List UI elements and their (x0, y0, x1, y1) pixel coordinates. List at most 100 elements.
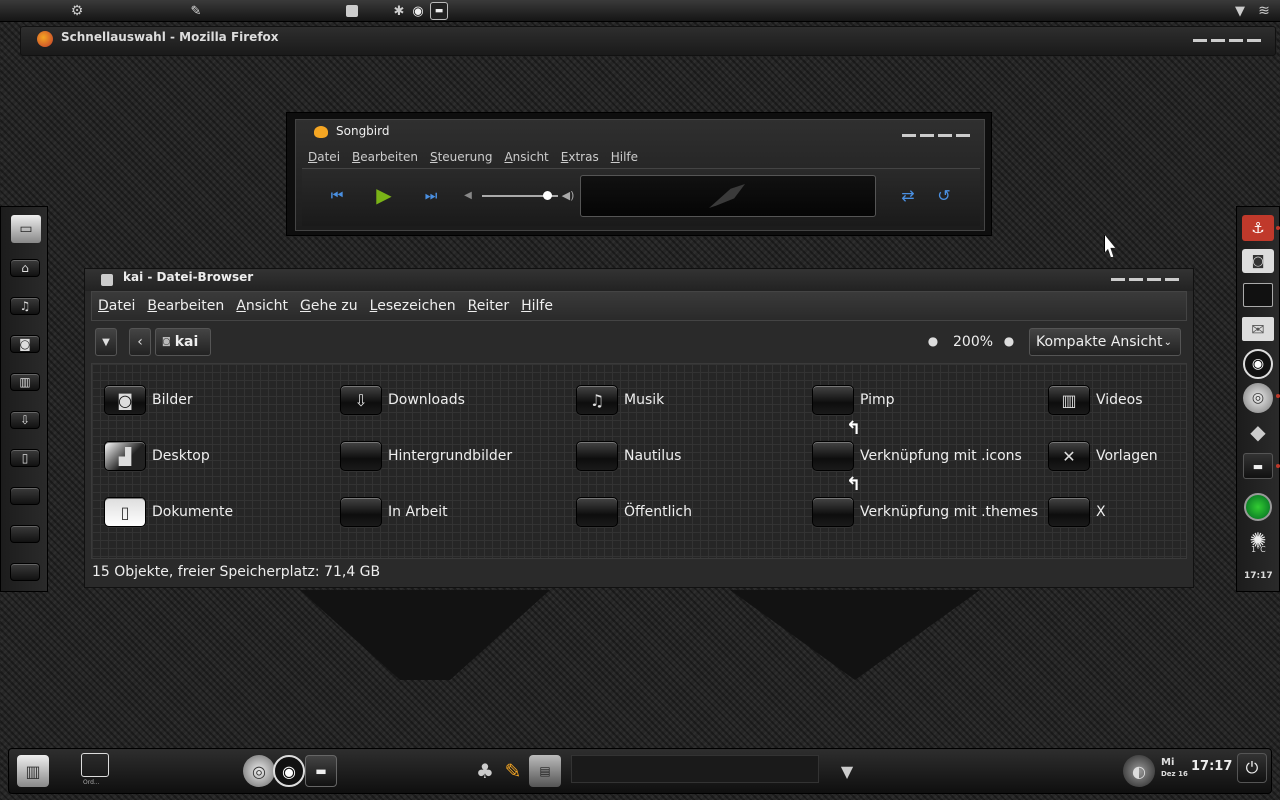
film-icon[interactable]: ▥ (10, 373, 40, 391)
file-item[interactable]: ◙ Bilder (104, 384, 193, 416)
file-item[interactable]: ✕ Vorlagen (1048, 440, 1158, 472)
repeat-button[interactable]: ↺ (934, 185, 954, 205)
download-icon[interactable]: ⇩ (10, 411, 40, 429)
close-button[interactable] (1247, 39, 1261, 42)
volume-slider[interactable] (482, 191, 558, 200)
file-item[interactable]: ↰ Verknüpfung mit .icons (812, 418, 1022, 472)
moon-icon[interactable]: ◐ (1123, 755, 1155, 787)
file-item[interactable]: ⇩ Downloads (340, 384, 465, 416)
zoom-out-icon[interactable]: ● (925, 333, 941, 349)
file-item[interactable]: ♫ Musik (576, 384, 664, 416)
back-button[interactable]: ‹ (129, 328, 151, 356)
menu-bearbeiten[interactable]: Bearbeiten (147, 298, 224, 314)
songbird-window-buttons[interactable] (902, 134, 970, 137)
drive-icon[interactable] (346, 5, 358, 17)
spiral-icon[interactable]: ◉ (410, 3, 426, 19)
close-button[interactable] (1165, 278, 1179, 281)
globe-icon[interactable]: ◎ (243, 755, 275, 787)
gimp-icon[interactable]: ✎ (497, 755, 529, 787)
computer-icon[interactable]: ▭ (11, 215, 41, 243)
restore-button[interactable] (1229, 39, 1243, 42)
menu-hilfe[interactable]: Hilfe (611, 150, 638, 164)
file-item[interactable]: ▯ Dokumente (104, 496, 233, 528)
close-button[interactable] (956, 134, 970, 137)
file-browser-titlebar[interactable]: kai - Datei-Browser (85, 269, 1193, 291)
shuffle-button[interactable]: ⇄ (898, 185, 918, 205)
songbird-window: Songbird Datei Bearbeiten Steuerung Ansi… (286, 112, 992, 236)
file-item[interactable]: Pimp (812, 384, 895, 416)
gimp-icon[interactable]: ✎ (186, 2, 206, 20)
globe-icon[interactable]: ◎ (1243, 383, 1273, 413)
home-icon[interactable]: ⌂ (10, 259, 40, 277)
volume-slider-knob[interactable] (542, 191, 552, 200)
power-button[interactable]: ⏻ (1237, 753, 1267, 783)
menu-datei[interactable]: Datei (308, 150, 340, 164)
menu-bearbeiten[interactable]: Bearbeiten (352, 150, 418, 164)
restore-button[interactable] (1147, 278, 1161, 281)
terminal-icon[interactable]: ▬ (430, 2, 448, 20)
music-icon[interactable]: ♫ (10, 297, 40, 315)
drive-icon[interactable]: ▬ (305, 755, 337, 787)
previous-track-button[interactable]: ⏮ (324, 187, 350, 205)
folder-icon[interactable] (10, 487, 40, 505)
network-icon[interactable]: ▼ (831, 755, 863, 787)
folder-icon[interactable] (10, 525, 40, 543)
file-item[interactable]: ▥ Videos (1048, 384, 1143, 416)
restore-button[interactable] (938, 134, 952, 137)
file-item[interactable]: Nautilus (576, 440, 681, 472)
maximize-button[interactable] (1211, 39, 1225, 42)
camera-icon[interactable]: ◙ (10, 335, 40, 353)
menu-lesezeichen[interactable]: Lesezeichen (370, 298, 456, 314)
menu-extras[interactable]: Extras (561, 150, 599, 164)
menu-datei[interactable]: Datei (98, 298, 135, 314)
play-button[interactable]: ▶ (372, 183, 396, 207)
file-browser-window-buttons[interactable] (1111, 278, 1179, 281)
taskbar-area[interactable] (571, 755, 819, 783)
gear-icon[interactable]: ✱ (392, 3, 406, 19)
file-item[interactable]: ↰ Verknüpfung mit .themes (812, 474, 1038, 528)
network-icon[interactable]: ▼ (1232, 3, 1248, 19)
maximize-button[interactable] (1129, 278, 1143, 281)
camera-icon[interactable]: ◙ (1242, 249, 1274, 273)
gem-icon[interactable]: ◆ (1243, 417, 1273, 447)
file-item[interactable]: ▟ Desktop (104, 440, 210, 472)
desktop-icon[interactable] (81, 753, 109, 777)
file-item-label: In Arbeit (388, 504, 448, 520)
menu-ansicht[interactable]: Ansicht (504, 150, 548, 164)
menu-hilfe[interactable]: Hilfe (521, 298, 553, 314)
spiral-icon[interactable]: ◉ (1243, 349, 1273, 379)
top-panel: ⚙ ✎ ✱ ◉ ▬ ▼ ≋ (0, 0, 1280, 22)
zoom-in-icon[interactable]: ● (1001, 333, 1017, 349)
menu-steuerung[interactable]: Steuerung (430, 150, 492, 164)
file-item[interactable]: Hintergrundbilder (340, 440, 512, 472)
menu-ansicht[interactable]: Ansicht (236, 298, 288, 314)
file-item[interactable]: X (1048, 496, 1106, 528)
file-item[interactable]: Öffentlich (576, 496, 692, 528)
terminal-icon[interactable] (1243, 283, 1273, 307)
view-mode-select[interactable]: Kompakte Ansicht ⌄ (1029, 328, 1181, 356)
menu-gehe-zu[interactable]: Gehe zu (300, 298, 358, 314)
gnome-foot-icon[interactable]: ⚙ (66, 2, 88, 20)
power-status-icon[interactable] (1244, 493, 1272, 521)
package-icon[interactable]: ▤ (529, 755, 561, 787)
chevron-down-icon[interactable]: ▼ (95, 328, 117, 356)
minimize-button[interactable] (1193, 39, 1207, 42)
file-item[interactable]: In Arbeit (340, 496, 448, 528)
trash-icon[interactable]: ▥ (17, 755, 49, 787)
firefox-window-buttons[interactable] (1193, 39, 1261, 42)
minimize-button[interactable] (1111, 278, 1125, 281)
drive-icon[interactable]: ▬ (1243, 453, 1273, 479)
wifi-icon[interactable]: ≋ (1254, 2, 1274, 20)
mail-icon[interactable]: ✉ (1242, 317, 1274, 341)
next-track-button[interactable]: ⏭ (418, 187, 444, 205)
spiral-icon[interactable]: ◉ (273, 755, 305, 787)
maximize-button[interactable] (920, 134, 934, 137)
anchor-icon[interactable]: ⚓ (1242, 215, 1274, 241)
drive-icon (101, 274, 113, 286)
folder-icon[interactable] (10, 563, 40, 581)
location-crumb[interactable]: ◙ kai (155, 328, 211, 356)
document-icon[interactable]: ▯ (10, 449, 40, 467)
menu-reiter[interactable]: Reiter (468, 298, 509, 314)
minimize-button[interactable] (902, 134, 916, 137)
firefox-window-titlebar[interactable]: Schnellauswahl - Mozilla Firefox (20, 26, 1276, 56)
